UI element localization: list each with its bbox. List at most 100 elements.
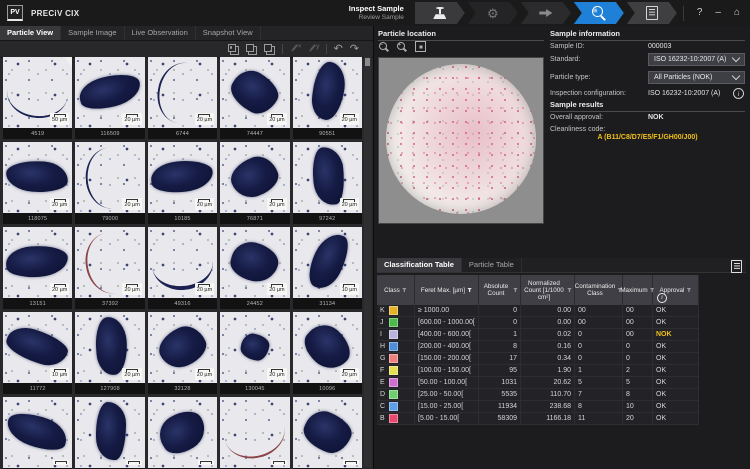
- fit-view-button[interactable]: [415, 41, 426, 52]
- classification-row-G[interactable]: G[150.00 - 200.00[170.3400OK: [377, 353, 699, 365]
- particle-thumbnail[interactable]: 20 µm13151: [3, 227, 72, 309]
- workflow-step-inspect-sample[interactable]: ≡: [574, 2, 624, 24]
- particle-id-label: 10185: [148, 213, 217, 224]
- particle-thumbnail[interactable]: 20 µm10096: [293, 312, 362, 394]
- workflow-step-configure[interactable]: ⚙: [468, 2, 518, 24]
- particle-shape: [5, 159, 69, 195]
- filter-icon[interactable]: [467, 288, 472, 293]
- particle-thumbnail[interactable]: 20 µm118075: [3, 142, 72, 224]
- cell-feret-range: [100.00 - 150.00[: [415, 365, 479, 376]
- filter-icon[interactable]: [513, 288, 518, 293]
- cell-maximum: 10: [623, 401, 653, 412]
- column-header-maximum[interactable]: Maximum: [623, 275, 653, 305]
- particle-thumbnail[interactable]: [220, 397, 289, 469]
- grid-scrollbar[interactable]: [364, 57, 371, 467]
- layers-button[interactable]: [246, 44, 257, 55]
- minimize-icon[interactable]: –: [715, 8, 721, 18]
- gallery-button[interactable]: [228, 44, 239, 55]
- particle-thumbnail[interactable]: [293, 397, 362, 469]
- export-report-icon[interactable]: [731, 260, 742, 276]
- column-header-contamination-class[interactable]: Contamination Class: [575, 275, 623, 305]
- particle-thumbnail[interactable]: 20 µm79000: [75, 142, 144, 224]
- particle-thumbnail[interactable]: [148, 397, 217, 469]
- particle-thumbnail[interactable]: 20 µm76871: [220, 142, 289, 224]
- standard-value: ISO 16232-10:2007 (A): [654, 56, 726, 63]
- workflow-step-report[interactable]: [627, 2, 677, 24]
- classification-row-J[interactable]: J[600.00 - 1000.00[00.000000OK: [377, 317, 699, 329]
- column-header-feret-max-µm[interactable]: Feret Max. [µm]: [415, 275, 479, 305]
- scale-bar-label: 20 µm: [269, 287, 284, 294]
- particle-thumbnail[interactable]: [3, 397, 72, 469]
- classification-row-E[interactable]: E[50.00 - 100.00[103120.6255OK: [377, 377, 699, 389]
- classification-row-C[interactable]: C[15.00 - 25.00[11934238.68810OK: [377, 401, 699, 413]
- filter-icon[interactable]: [686, 288, 691, 293]
- grid-scrollbar-thumb[interactable]: [365, 58, 370, 66]
- tab-sample-image[interactable]: Sample Image: [61, 26, 124, 40]
- column-header-absolute-count[interactable]: Absolute Count: [479, 275, 521, 305]
- classification-table: ClassFeret Max. [µm]Absolute CountNormal…: [377, 275, 699, 425]
- cell-normalized-count: 1166.18: [521, 413, 575, 424]
- classification-row-F[interactable]: F[100.00 - 150.00[951.9012OK: [377, 365, 699, 377]
- classification-row-H[interactable]: H[200.00 - 400.00[80.1600OK: [377, 341, 699, 353]
- cell-absolute-count: 0: [479, 317, 521, 328]
- particle-image: 20 µm: [220, 227, 289, 298]
- gallery-icon: [228, 44, 239, 55]
- classification-row-K[interactable]: K≥ 1000.0000.000000OK: [377, 305, 699, 317]
- particle-location-title: Particle location: [378, 29, 544, 41]
- particle-thumbnail[interactable]: 10 µm31134: [293, 227, 362, 309]
- particle-shape: [76, 69, 144, 114]
- classification-row-B[interactable]: B[5.00 - 15.00[583091166.181120OK: [377, 413, 699, 425]
- particle-thumbnail[interactable]: 20 µm127908: [75, 312, 144, 394]
- zoom-out-button[interactable]: –: [379, 41, 389, 52]
- filter-icon[interactable]: [567, 288, 572, 293]
- particle-location-map[interactable]: [378, 57, 544, 224]
- cell-contamination-class: 1: [575, 365, 623, 376]
- tab-particle-view[interactable]: Particle View: [0, 26, 61, 40]
- particle-thumbnail[interactable]: 20 µm74447: [220, 57, 289, 139]
- column-header-class[interactable]: Class: [377, 275, 415, 305]
- tab-particle-table[interactable]: Particle Table: [462, 258, 522, 272]
- tab-snapshot-view[interactable]: Snapshot View: [196, 26, 261, 40]
- undo-button[interactable]: ↶: [334, 44, 343, 55]
- particle-thumbnail[interactable]: 20 µm32128: [148, 312, 217, 394]
- workflow-step-acquire[interactable]: [521, 2, 571, 24]
- info-icon[interactable]: i: [733, 88, 744, 99]
- help-icon[interactable]: ?: [697, 8, 703, 18]
- particle-thumbnail[interactable]: 20 µm97242: [293, 142, 362, 224]
- home-icon[interactable]: ⌂: [734, 8, 740, 18]
- cell-contamination-class: 0: [575, 329, 623, 340]
- particle-thumbnail[interactable]: 20 µm6744: [148, 57, 217, 139]
- cell-class: K: [377, 305, 415, 316]
- standard-select[interactable]: ISO 16232-10:2007 (A): [648, 53, 745, 66]
- classification-row-D[interactable]: D[25.00 - 50.00[5535110.7078OK: [377, 389, 699, 401]
- tab-classification-table[interactable]: Classification Table: [377, 258, 462, 272]
- workflow-step-prepare-sample[interactable]: [415, 2, 465, 24]
- particle-thumbnail[interactable]: 20 µm37392: [75, 227, 144, 309]
- cell-absolute-count: 1: [479, 329, 521, 340]
- particle-thumbnail[interactable]: 20 µm10185: [148, 142, 217, 224]
- tab-live-observation[interactable]: Live Observation: [125, 26, 196, 40]
- column-header-normalized-count-1-1000-cm[interactable]: Normalized Count [1/1000 cm²]: [521, 275, 575, 305]
- layers-new-button[interactable]: [264, 44, 275, 55]
- particle-thumbnail[interactable]: 20 µm49316: [148, 227, 217, 309]
- info-icon[interactable]: i: [657, 293, 667, 303]
- fit-view-icon: [415, 41, 426, 52]
- particle-thumbnail[interactable]: 20 µm24452: [220, 227, 289, 309]
- zoom-in-button[interactable]: +: [397, 41, 407, 52]
- column-header-approval[interactable]: Approvali: [653, 275, 699, 305]
- zoom-in-icon: +: [397, 42, 407, 52]
- filter-icon[interactable]: [402, 288, 407, 293]
- particle-thumbnail[interactable]: 20 µm130045: [220, 312, 289, 394]
- particle-thumbnail[interactable]: 20 µm90551: [293, 57, 362, 139]
- particle-image: [75, 397, 144, 468]
- classification-row-I[interactable]: I[400.00 - 600.00[10.02000NOK: [377, 329, 699, 341]
- particle-thumbnail[interactable]: 50 µm4519: [3, 57, 72, 139]
- redo-button[interactable]: ↷: [350, 44, 359, 55]
- particle-thumbnail[interactable]: [75, 397, 144, 469]
- particle-type-select[interactable]: All Particles (NOK): [648, 71, 745, 84]
- workflow-label-line2: Review Sample: [349, 14, 404, 21]
- particle-thumbnail[interactable]: 20 µm116509: [75, 57, 144, 139]
- particle-thumbnail[interactable]: 10 µm11772: [3, 312, 72, 394]
- scale-bar: 20 µm: [50, 198, 69, 210]
- cell-contamination-class: 7: [575, 389, 623, 400]
